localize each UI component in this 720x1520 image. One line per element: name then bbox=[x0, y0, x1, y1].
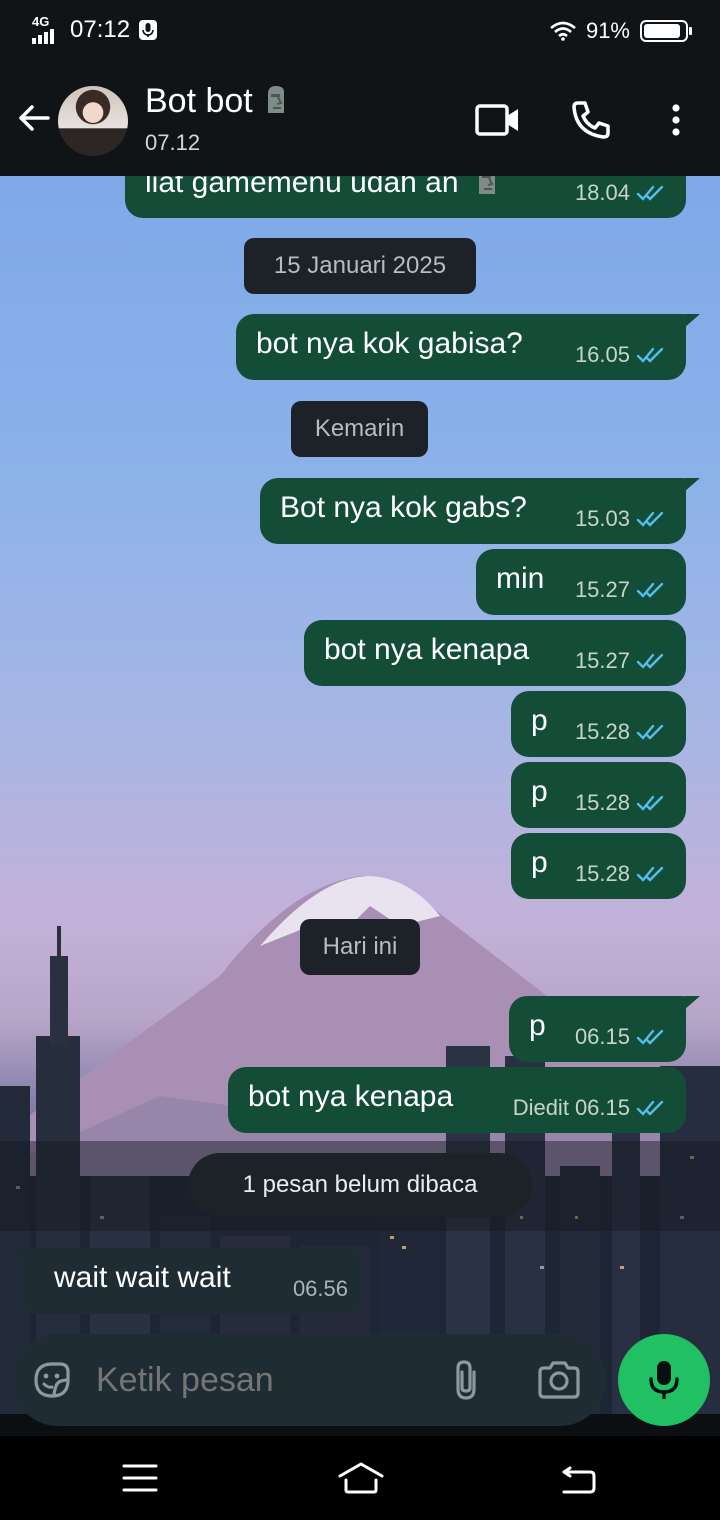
date-separator: 15 Januari 2025 bbox=[244, 238, 476, 294]
message-time: 18.04 bbox=[574, 180, 630, 205]
signal-icon: 4G bbox=[32, 14, 62, 44]
message-bubble-outgoing[interactable]: Bot nya kok gabs? 15.03 bbox=[260, 478, 700, 544]
message-bubble-outgoing[interactable]: min 15.27 bbox=[476, 549, 686, 615]
read-receipt-icon bbox=[636, 347, 664, 363]
message-time: 06.15 bbox=[574, 1095, 630, 1120]
unread-messages-banner: 1 pesan belum dibaca bbox=[188, 1153, 532, 1217]
battery-icon bbox=[640, 20, 692, 42]
message-input[interactable] bbox=[96, 1360, 426, 1400]
chat-area[interactable]: liat gamemenu udah an 18.04 15 Januari 2… bbox=[0, 176, 720, 1414]
battery-percent: 91% bbox=[585, 18, 630, 43]
system-nav-bar bbox=[0, 1436, 720, 1520]
voice-recording-icon bbox=[139, 20, 158, 40]
read-receipt-icon bbox=[636, 1100, 664, 1116]
date-separator: Kemarin bbox=[291, 401, 428, 457]
read-receipt-icon bbox=[636, 185, 664, 201]
contact-name[interactable]: Bot bot bbox=[145, 82, 290, 121]
microphone-button[interactable] bbox=[618, 1334, 710, 1426]
message-time: 15.28 bbox=[574, 861, 630, 886]
more-vert-icon[interactable] bbox=[652, 98, 700, 142]
message-text: wait wait wait bbox=[54, 1261, 231, 1294]
message-text: p bbox=[529, 1009, 546, 1042]
read-receipt-icon bbox=[636, 653, 664, 669]
message-bubble-outgoing[interactable]: p 15.28 bbox=[511, 762, 686, 828]
message-text: Bot nya kok gabs? bbox=[280, 491, 527, 524]
status-time: 07:12 bbox=[70, 16, 131, 43]
read-receipt-icon bbox=[636, 1029, 664, 1045]
network-type: 4G bbox=[32, 14, 50, 29]
microphone-icon bbox=[649, 1361, 679, 1399]
message-text: liat gamemenu udah an bbox=[145, 176, 501, 200]
camera-icon[interactable] bbox=[536, 1358, 582, 1402]
message-text: bot nya kok gabisa? bbox=[256, 327, 523, 360]
date-separator: Hari ini bbox=[300, 919, 420, 975]
message-composer bbox=[12, 1334, 606, 1426]
message-time: 15.27 bbox=[574, 648, 630, 673]
wifi-icon bbox=[550, 21, 576, 41]
menu-icon[interactable] bbox=[118, 1458, 162, 1498]
moai-emoji-icon bbox=[268, 86, 285, 113]
message-time: 06.15 bbox=[574, 1024, 630, 1049]
message-time: 15.28 bbox=[574, 790, 630, 815]
message-text: bot nya kenapa bbox=[248, 1080, 454, 1113]
message-text: p bbox=[531, 775, 548, 808]
read-receipt-icon bbox=[636, 795, 664, 811]
message-text: bot nya kenapa bbox=[324, 633, 530, 666]
message-time: 15.03 bbox=[574, 506, 630, 531]
avatar[interactable] bbox=[58, 86, 128, 156]
read-receipt-icon bbox=[636, 582, 664, 598]
message-time: 06.56 bbox=[292, 1276, 348, 1301]
message-time: 16.05 bbox=[574, 342, 630, 367]
home-icon[interactable] bbox=[336, 1458, 386, 1498]
message-time: 15.27 bbox=[574, 577, 630, 602]
chat-header: Bot bot 07.12 bbox=[0, 62, 720, 176]
read-receipt-icon bbox=[636, 866, 664, 882]
message-text: p bbox=[531, 704, 548, 737]
message-bubble-incoming[interactable]: wait wait wait 06.56 bbox=[6, 1248, 364, 1314]
message-bubble-outgoing[interactable]: p 15.28 bbox=[511, 833, 686, 899]
sticker-icon[interactable] bbox=[30, 1358, 74, 1402]
message-text: p bbox=[531, 846, 548, 879]
message-text: min bbox=[496, 562, 545, 595]
read-receipt-icon bbox=[636, 724, 664, 740]
status-bar: 4G 07:12 91% bbox=[0, 0, 720, 62]
message-time: 15.28 bbox=[574, 719, 630, 744]
message-bubble-outgoing[interactable]: p 15.28 bbox=[511, 691, 686, 757]
message-bubble-outgoing[interactable]: bot nya kenapa Diedit 06.15 bbox=[228, 1067, 686, 1133]
video-call-icon[interactable] bbox=[474, 98, 522, 142]
moai-emoji-icon bbox=[478, 176, 495, 194]
phone-icon[interactable] bbox=[568, 98, 616, 142]
message-bubble-outgoing[interactable]: bot nya kenapa 15.27 bbox=[304, 620, 686, 686]
edited-label: Diedit bbox=[512, 1095, 569, 1120]
message-bubble-outgoing[interactable]: bot nya kok gabisa? 16.05 bbox=[236, 314, 700, 380]
read-receipt-icon bbox=[636, 511, 664, 527]
message-bubble-outgoing[interactable]: p 06.15 bbox=[509, 996, 700, 1062]
last-seen: 07.12 bbox=[145, 130, 201, 155]
arrow-left-icon[interactable] bbox=[14, 98, 54, 138]
back-icon[interactable] bbox=[556, 1458, 600, 1498]
message-bubble-outgoing[interactable]: liat gamemenu udah an 18.04 bbox=[125, 176, 686, 218]
paperclip-icon[interactable] bbox=[446, 1358, 490, 1402]
